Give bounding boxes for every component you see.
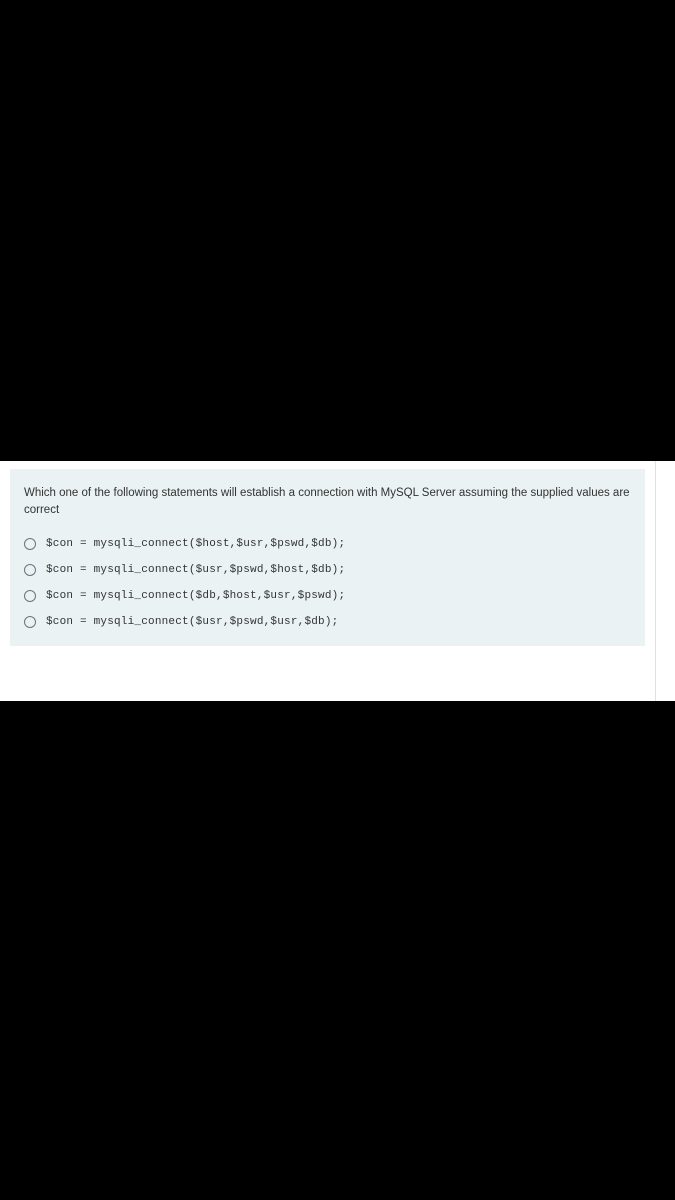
content-area: Which one of the following statements wi… <box>0 461 655 701</box>
option-code: $con = mysqli_connect($usr,$pswd,$host,$… <box>46 564 345 576</box>
sidebar-strip <box>655 461 675 701</box>
question-text: Which one of the following statements wi… <box>24 485 631 520</box>
option-3[interactable]: $con = mysqli_connect($db,$host,$usr,$ps… <box>24 590 631 602</box>
radio-icon[interactable] <box>24 590 36 602</box>
option-code: $con = mysqli_connect($db,$host,$usr,$ps… <box>46 590 345 602</box>
option-code: $con = mysqli_connect($usr,$pswd,$usr,$d… <box>46 616 338 628</box>
option-4[interactable]: $con = mysqli_connect($usr,$pswd,$usr,$d… <box>24 616 631 628</box>
option-1[interactable]: $con = mysqli_connect($host,$usr,$pswd,$… <box>24 538 631 550</box>
question-card: Which one of the following statements wi… <box>10 469 645 646</box>
option-2[interactable]: $con = mysqli_connect($usr,$pswd,$host,$… <box>24 564 631 576</box>
radio-icon[interactable] <box>24 616 36 628</box>
radio-icon[interactable] <box>24 538 36 550</box>
radio-icon[interactable] <box>24 564 36 576</box>
options-list: $con = mysqli_connect($host,$usr,$pswd,$… <box>24 538 631 628</box>
option-code: $con = mysqli_connect($host,$usr,$pswd,$… <box>46 538 345 550</box>
